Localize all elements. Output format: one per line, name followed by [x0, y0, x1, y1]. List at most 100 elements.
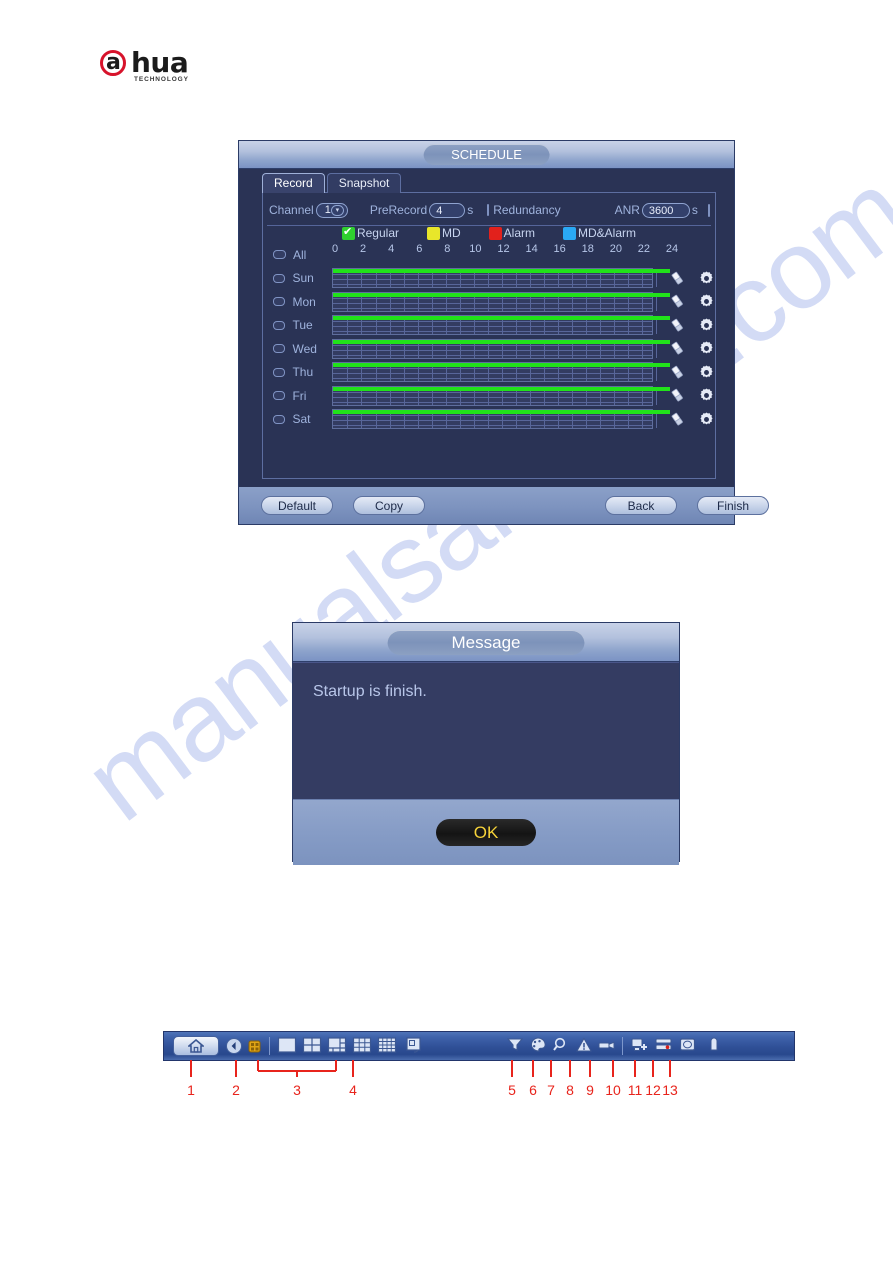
usb-manager-button[interactable]	[704, 1036, 724, 1056]
eraser-button[interactable]	[669, 411, 686, 428]
logo-row: a hua	[100, 48, 189, 78]
tab-record[interactable]: Record	[262, 173, 325, 193]
legend-item-md[interactable]: MD	[427, 226, 461, 240]
eraser-button[interactable]	[669, 270, 686, 287]
legend-label-alarm: Alarm	[503, 226, 536, 240]
schedule-track[interactable]	[332, 315, 671, 336]
eraser-button[interactable]	[669, 387, 686, 404]
channel-info-button[interactable]	[597, 1036, 617, 1056]
eraser-button[interactable]	[669, 340, 686, 357]
view-9-button[interactable]	[352, 1036, 372, 1056]
setup-gear-button[interactable]	[698, 340, 715, 357]
ok-button[interactable]: OK	[436, 819, 536, 846]
chevron-left-circle-icon	[226, 1038, 242, 1054]
ptz-icon	[248, 1040, 261, 1053]
row-label-thu: Thu	[292, 365, 314, 380]
palette-icon	[531, 1037, 546, 1052]
eraser-button[interactable]	[669, 364, 686, 381]
callout-10: 10	[605, 1082, 621, 1098]
callout-4: 4	[349, 1082, 357, 1098]
tab-snapshot[interactable]: Snapshot	[326, 173, 402, 193]
anr-unit: s	[691, 203, 698, 217]
channel-select[interactable]: 1 ▾	[315, 202, 348, 218]
split-9-icon	[352, 1037, 372, 1053]
schedule-track[interactable]	[332, 291, 671, 312]
network-icon	[655, 1038, 672, 1050]
gear-icon	[700, 365, 713, 378]
dahua-logo: a hua TECHNOLOGY	[100, 48, 189, 83]
callout-3: 3	[293, 1082, 301, 1098]
row-icon-group	[669, 387, 715, 404]
remote-device-button[interactable]	[630, 1036, 650, 1056]
row-checkbox-all[interactable]	[273, 250, 286, 260]
back-button[interactable]	[224, 1036, 244, 1056]
callout-7: 7	[547, 1082, 555, 1098]
axis-tick: 24	[665, 243, 679, 255]
schedule-track[interactable]	[332, 409, 671, 430]
axis-tick: 22	[637, 243, 651, 255]
message-footer: OK	[293, 800, 679, 865]
window-switch-button[interactable]	[404, 1036, 424, 1056]
view-4-button[interactable]	[302, 1036, 322, 1056]
pan-tilt-zoom-button[interactable]	[505, 1036, 525, 1056]
row-checkbox-thu[interactable]	[273, 367, 286, 377]
legend-item-md-alarm[interactable]: MD&Alarm	[563, 226, 636, 240]
schedule-title: SCHEDULE	[423, 144, 550, 165]
schedule-button-bar: Default Copy Back Finish	[239, 487, 769, 524]
grid-line	[333, 279, 652, 281]
back-button[interactable]: Back	[605, 496, 677, 515]
row-icon-group	[669, 364, 715, 381]
row-icon-group	[669, 340, 715, 357]
usb-icon	[710, 1037, 718, 1051]
prerecord-input[interactable]: 4	[429, 202, 466, 218]
callout-12: 12	[645, 1082, 661, 1098]
schedule-options-row: Channel 1 ▾ PreRecord 4 s Redundancy ANR…	[263, 198, 715, 226]
view-16-button[interactable]	[377, 1036, 397, 1056]
setup-gear-button[interactable]	[698, 293, 715, 310]
redundancy-checkbox[interactable]	[487, 204, 490, 216]
eraser-button[interactable]	[669, 317, 686, 334]
alarm-button[interactable]	[574, 1036, 594, 1056]
row-checkbox-sun[interactable]	[273, 273, 286, 283]
grid-line	[333, 368, 652, 370]
row-checkbox-fri[interactable]	[273, 391, 286, 401]
row-checkbox-tue[interactable]	[273, 320, 286, 330]
home-button[interactable]	[173, 1036, 219, 1056]
schedule-titlebar: SCHEDULE	[239, 141, 734, 169]
default-button[interactable]: Default	[261, 496, 333, 515]
search-button[interactable]	[551, 1036, 571, 1056]
legend-item-alarm[interactable]: Alarm	[488, 226, 536, 240]
finish-button[interactable]: Finish	[697, 496, 769, 515]
anr-input[interactable]: 3600	[641, 202, 690, 218]
view-6-button[interactable]	[327, 1036, 347, 1056]
color-setting-button[interactable]	[528, 1036, 548, 1056]
setup-gear-button[interactable]	[698, 411, 715, 428]
copy-button[interactable]: Copy	[353, 496, 425, 515]
row-label-sat: Sat	[292, 412, 311, 427]
network-button[interactable]	[654, 1036, 674, 1056]
row-label-all: All	[293, 247, 307, 262]
eraser-button[interactable]	[669, 293, 686, 310]
schedule-track[interactable]	[332, 362, 671, 383]
setup-gear-button[interactable]	[698, 270, 715, 287]
setup-gear-button[interactable]	[698, 317, 715, 334]
row-checkbox-sat[interactable]	[273, 414, 286, 424]
row-checkbox-mon[interactable]	[273, 297, 286, 307]
grid-line	[333, 349, 652, 351]
axis-tick: 16	[553, 243, 566, 255]
row-checkbox-wed[interactable]	[273, 344, 286, 354]
hdd-manager-button[interactable]	[678, 1036, 698, 1056]
ptz-button[interactable]	[245, 1036, 265, 1056]
anr-checkbox[interactable]	[707, 203, 710, 217]
schedule-track[interactable]	[332, 338, 671, 359]
row-label-tue: Tue	[292, 318, 313, 333]
schedule-track[interactable]	[332, 385, 671, 406]
setup-gear-button[interactable]	[698, 364, 715, 381]
legend-item-regular[interactable]: Regular	[341, 225, 399, 240]
row-label-wed: Wed	[292, 341, 317, 356]
row-icon-group	[669, 293, 715, 310]
view-1-button[interactable]	[277, 1036, 297, 1056]
schedule-track[interactable]	[332, 268, 671, 289]
setup-gear-button[interactable]	[698, 387, 715, 404]
record-bar-regular	[333, 316, 671, 321]
